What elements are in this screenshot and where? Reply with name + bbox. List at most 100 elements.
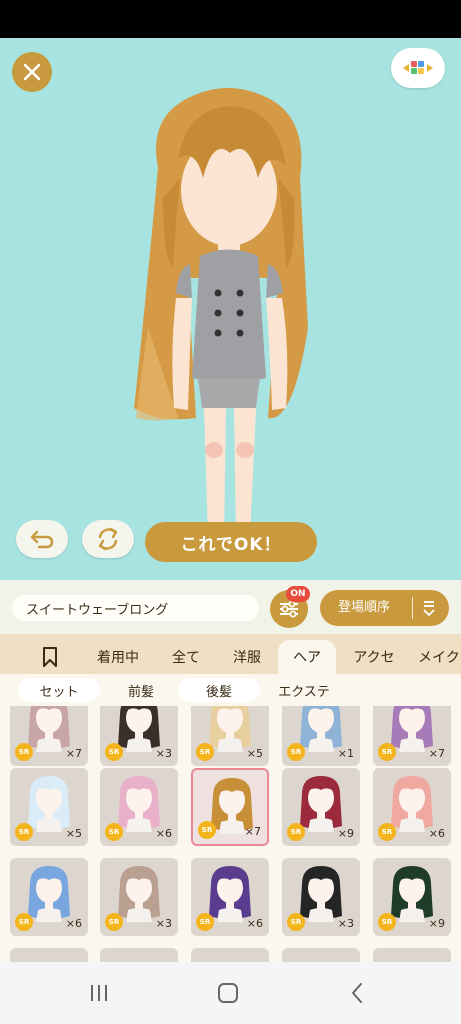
hair-item-card[interactable]: SR ×1	[282, 706, 360, 766]
subtab-extension[interactable]: エクステ	[266, 678, 342, 702]
item-count: ×9	[337, 827, 354, 840]
subtab-back-hair[interactable]: 後髪	[178, 678, 260, 702]
rarity-badge: SR	[15, 913, 33, 931]
filter-sliders-icon	[280, 600, 298, 618]
hair-thumbnail	[28, 776, 70, 832]
item-count: ×3	[155, 747, 172, 760]
item-count: ×3	[337, 917, 354, 930]
avatar-stage: これでOK！	[0, 38, 461, 580]
hair-item-card[interactable]: SR ×5	[10, 768, 88, 846]
tab-clothes[interactable]: 洋服	[220, 640, 274, 674]
hair-item-card[interactable]	[10, 948, 88, 962]
hair-thumbnail	[209, 706, 251, 752]
sort-button[interactable]: 登場順序	[320, 590, 449, 626]
hair-item-card[interactable]: SR ×6	[373, 768, 451, 846]
home-icon	[218, 983, 238, 1003]
hair-thumbnail	[300, 706, 342, 752]
hair-thumbnail	[118, 866, 160, 922]
item-count: ×6	[246, 917, 263, 930]
close-icon	[23, 63, 41, 81]
rarity-badge: SR	[287, 913, 305, 931]
item-count: ×7	[244, 825, 261, 838]
status-bar	[0, 0, 461, 38]
item-count: ×6	[428, 827, 445, 840]
rarity-badge: SR	[15, 823, 33, 841]
hair-item-card[interactable]	[191, 948, 269, 962]
hair-item-card[interactable]: SR ×3	[100, 858, 178, 936]
item-count: ×5	[246, 747, 263, 760]
hair-thumbnail	[209, 866, 251, 922]
back-button[interactable]	[342, 980, 372, 1006]
rarity-badge: SR	[105, 913, 123, 931]
hair-item-card[interactable]: SR ×7	[373, 706, 451, 766]
hair-thumbnail	[300, 776, 342, 832]
palette-icon	[403, 61, 433, 74]
hair-thumbnail	[391, 866, 433, 922]
rarity-badge: SR	[378, 823, 396, 841]
hair-subtabs: セット 前髪 後髪 エクステ	[0, 674, 461, 706]
hair-thumbnail	[28, 866, 70, 922]
rarity-badge: SR	[105, 743, 123, 761]
rarity-badge: SR	[198, 821, 216, 839]
item-count: ×1	[337, 747, 354, 760]
hair-thumbnail	[300, 866, 342, 922]
item-count: ×6	[155, 827, 172, 840]
system-nav-bar	[0, 962, 461, 1024]
sort-label: 登場順序	[338, 600, 391, 615]
tab-wearing[interactable]: 着用中	[84, 640, 152, 674]
hair-item-card[interactable]: SR ×9	[373, 858, 451, 936]
hair-item-card[interactable]: SR ×6	[10, 858, 88, 936]
rotate-icon	[98, 527, 118, 551]
avatar-figure	[134, 88, 308, 553]
tab-accessory[interactable]: アクセ	[342, 640, 406, 674]
hair-thumbnail	[391, 776, 433, 832]
hair-thumbnail	[118, 706, 160, 752]
tab-bookmark[interactable]	[28, 640, 72, 674]
tab-hair[interactable]: ヘア	[278, 640, 336, 674]
sort-order-icon[interactable]	[420, 599, 438, 617]
item-count: ×9	[428, 917, 445, 930]
palette-button[interactable]	[391, 48, 445, 88]
hair-item-card[interactable]: SR ×7	[191, 768, 269, 846]
hair-item-card[interactable]	[373, 948, 451, 962]
hair-thumbnail	[118, 776, 160, 832]
hair-item-card[interactable]	[282, 948, 360, 962]
hair-item-card[interactable]: SR ×3	[100, 706, 178, 766]
rarity-badge: SR	[196, 913, 214, 931]
recent-apps-button[interactable]	[84, 980, 114, 1006]
hair-item-card[interactable]: SR ×7	[10, 706, 88, 766]
hair-item-card[interactable]: SR ×9	[282, 768, 360, 846]
rarity-badge: SR	[378, 743, 396, 761]
ok-button[interactable]: これでOK！	[145, 522, 317, 562]
rarity-badge: SR	[105, 823, 123, 841]
item-name-field: スイートウェーブロング	[12, 595, 259, 621]
item-count: ×7	[65, 747, 82, 760]
recent-apps-icon	[91, 985, 107, 1001]
tab-makeup[interactable]: メイク	[418, 640, 461, 674]
back-icon	[352, 983, 362, 1003]
hair-item-card[interactable]: SR ×5	[191, 706, 269, 766]
subtab-set[interactable]: セット	[18, 678, 100, 702]
filter-on-badge: ON	[286, 586, 310, 602]
hair-thumbnail	[28, 706, 70, 752]
undo-icon	[30, 530, 54, 549]
tab-all[interactable]: 全て	[160, 640, 212, 674]
sort-divider	[412, 597, 413, 619]
home-button[interactable]	[213, 980, 243, 1006]
item-count: ×6	[65, 917, 82, 930]
subtab-front-hair[interactable]: 前髪	[110, 678, 172, 702]
hair-thumbnail	[391, 706, 433, 752]
hair-item-card[interactable]: SR ×6	[191, 858, 269, 936]
item-toolbar: スイートウェーブロング ON 登場順序	[0, 580, 461, 634]
rarity-badge: SR	[196, 743, 214, 761]
hair-item-card[interactable]	[100, 948, 178, 962]
item-count: ×5	[65, 827, 82, 840]
hair-item-card[interactable]: SR ×6	[100, 768, 178, 846]
undo-button[interactable]	[16, 520, 68, 558]
hair-item-card[interactable]: SR ×3	[282, 858, 360, 936]
close-button[interactable]	[12, 52, 52, 92]
bookmark-icon	[43, 647, 57, 667]
rotate-button[interactable]	[82, 520, 134, 558]
rarity-badge: SR	[378, 913, 396, 931]
rarity-badge: SR	[287, 743, 305, 761]
